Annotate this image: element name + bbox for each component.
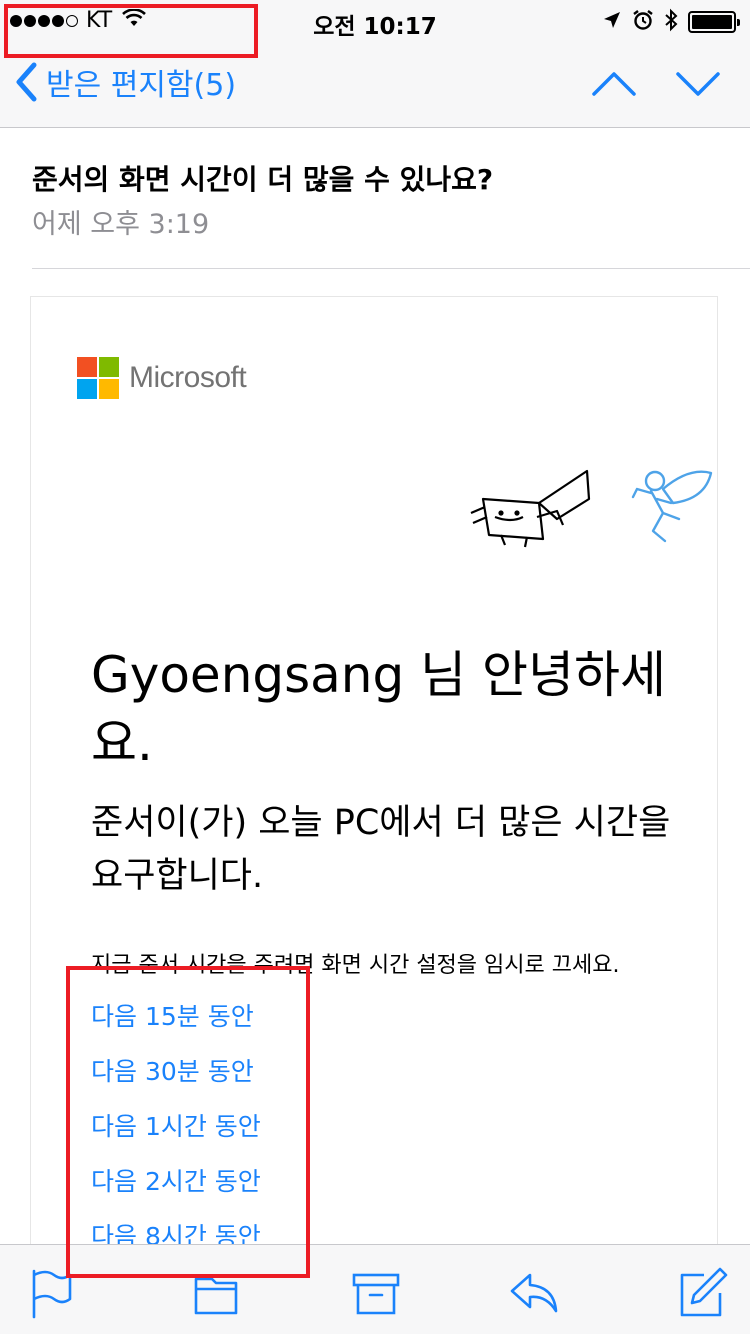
chevron-left-icon bbox=[16, 62, 37, 102]
compose-icon[interactable] bbox=[676, 1267, 728, 1319]
microsoft-logo: Microsoft bbox=[77, 357, 247, 399]
message-navigation bbox=[592, 62, 720, 106]
request-text: 준서이(가) 오늘 PC에서 더 많은 시간을 요구합니다. bbox=[91, 803, 671, 896]
archive-icon[interactable] bbox=[350, 1267, 402, 1319]
annotation-box-status bbox=[4, 4, 258, 58]
back-button-label: 받은 편지함(5) bbox=[46, 68, 237, 103]
annotation-box-links bbox=[66, 966, 310, 1278]
location-arrow-icon bbox=[602, 10, 622, 34]
reply-icon[interactable] bbox=[508, 1267, 560, 1319]
bluetooth-icon bbox=[664, 8, 678, 36]
characters-illustration-icon bbox=[470, 469, 713, 548]
message-date: 어제 오후 3:19 bbox=[32, 209, 210, 240]
previous-message-button[interactable] bbox=[592, 62, 636, 106]
header-divider bbox=[32, 268, 750, 269]
status-right bbox=[602, 8, 740, 36]
alarm-icon bbox=[632, 9, 654, 35]
greeting-text: Gyoengsang 님 안녕하세요. bbox=[91, 646, 667, 772]
message-subject: 준서의 화면 시간이 더 많을 수 있나요? bbox=[32, 163, 494, 196]
microsoft-logo-text: Microsoft bbox=[129, 361, 247, 394]
next-message-button[interactable] bbox=[676, 62, 720, 106]
microsoft-logo-icon bbox=[77, 357, 119, 399]
back-button[interactable]: 받은 편지함(5) bbox=[14, 60, 236, 104]
battery-icon bbox=[688, 11, 740, 33]
